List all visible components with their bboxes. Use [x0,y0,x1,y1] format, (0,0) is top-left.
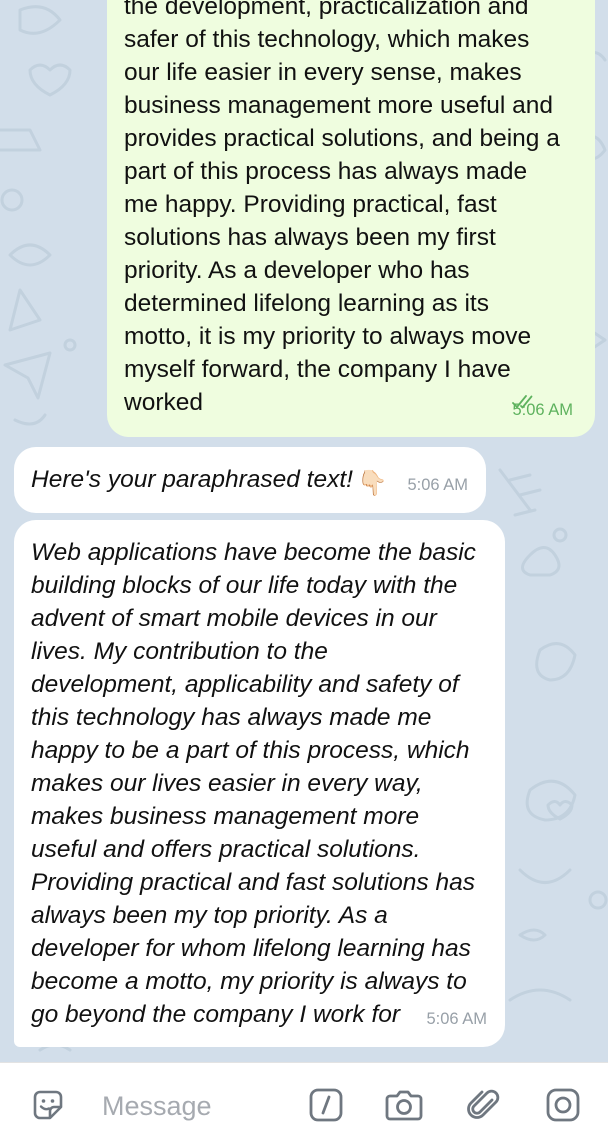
message-time: 5:06 AM [426,1010,487,1028]
incoming-message-text: Here's your paraphrased text! [31,466,353,493]
message-input[interactable] [100,1083,294,1129]
emoji-icon[interactable] [28,1085,68,1125]
incoming-message-bubble[interactable]: Here's your paraphrased text! 👇🏻 5:06 AM [14,447,486,513]
instagram-camera-icon[interactable] [543,1085,583,1125]
outgoing-message-text: the development, practicalization and sa… [124,0,560,416]
incoming-message-bubble[interactable]: Web applications have become the basic b… [14,520,505,1047]
attach-icon[interactable] [464,1085,504,1125]
message-time: 5:06 AM [407,476,468,494]
chat-background: the development, practicalization and sa… [0,0,608,1062]
message-input-bar [0,1062,608,1144]
incoming-message-text: Web applications have become the basic b… [31,539,476,1028]
pointing-down-emoji: 👇🏻 [356,470,388,497]
camera-icon[interactable] [384,1085,424,1125]
outgoing-message-bubble[interactable]: the development, practicalization and sa… [107,0,595,437]
outgoing-message-meta: 5:06 AM [512,394,579,427]
bot-command-icon[interactable] [306,1085,346,1125]
